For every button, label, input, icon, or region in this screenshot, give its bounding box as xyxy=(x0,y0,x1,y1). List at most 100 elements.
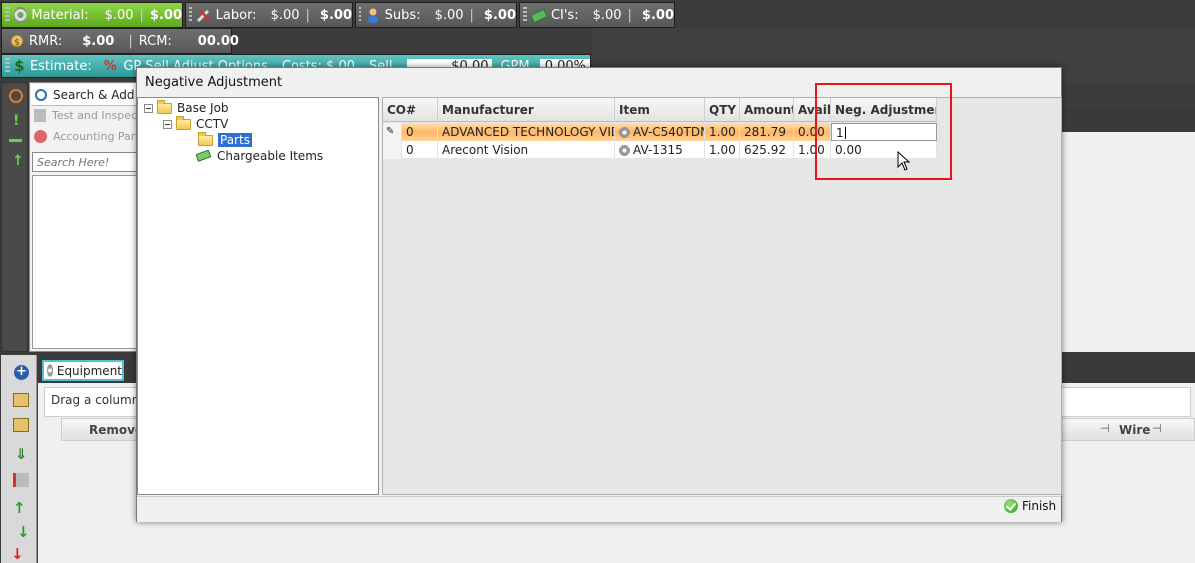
highlight-box xyxy=(815,83,952,180)
arrow-down-icon[interactable]: ↓ xyxy=(17,523,30,541)
column-header-amount[interactable]: Amount xyxy=(740,98,794,122)
separator: | xyxy=(469,7,474,23)
cis-summary-bar: CI's: $.00 | $.00 xyxy=(519,2,675,28)
tab-equipment[interactable]: Equipment xyxy=(42,360,124,381)
column-header-manufacturer[interactable]: Manufacturer xyxy=(438,98,615,122)
arrow-up-icon[interactable]: ↑ xyxy=(12,153,24,169)
arrow-up-icon[interactable]: ↑ xyxy=(13,499,26,517)
dialog-title: Negative Adjustment xyxy=(145,75,283,90)
subs-label: Subs: xyxy=(384,7,421,23)
pin-icon[interactable]: ⊣ xyxy=(1152,422,1162,435)
drag-grip[interactable] xyxy=(359,7,361,23)
column-header-qty[interactable]: QTY xyxy=(705,98,740,122)
calendar-edit-icon[interactable] xyxy=(13,418,29,432)
subs-total: $.00 xyxy=(483,7,516,23)
cell-amount[interactable]: 625.92 xyxy=(740,141,794,159)
column-header-co[interactable]: CO# xyxy=(383,98,438,122)
list-item-label: Accounting Parts xyxy=(53,130,146,143)
money-icon xyxy=(530,7,548,24)
column-header-remove[interactable]: Remove xyxy=(89,423,143,437)
estimate-label: Estimate: xyxy=(29,58,92,74)
svg-text:$: $ xyxy=(14,38,20,48)
cell-manufacturer[interactable]: Arecont Vision xyxy=(438,141,615,159)
cell-amount[interactable]: 281.79 xyxy=(740,123,794,141)
cell-qty[interactable]: 1.00 xyxy=(705,141,740,159)
material-summary-bar: Material: $.00 | $.00 xyxy=(1,2,183,28)
gear-icon xyxy=(619,127,630,138)
tree-node-label: Chargeable Items xyxy=(217,149,324,163)
tree-node-label: Parts xyxy=(218,133,252,147)
pin-icon[interactable]: ⊣ xyxy=(1100,422,1110,435)
labor-value: $.00 xyxy=(270,7,300,23)
cell-qty[interactable]: 1.00 xyxy=(705,123,740,141)
minus-icon[interactable] xyxy=(9,139,22,142)
separator: | xyxy=(128,33,133,49)
search-icon[interactable] xyxy=(9,89,23,103)
calendar-icon[interactable] xyxy=(13,393,29,407)
folder-icon xyxy=(157,99,172,114)
gear-icon xyxy=(619,145,630,156)
tab-equipment-label: Equipment xyxy=(56,363,122,378)
material-label: Material: xyxy=(31,7,89,23)
tree-node-parts[interactable]: Parts xyxy=(198,131,252,148)
tree-node-base-job[interactable]: Base Job xyxy=(144,99,229,116)
left-toolbar: ! ↑ xyxy=(1,82,28,352)
drag-grip[interactable] xyxy=(523,7,527,23)
subs-summary-bar: Subs: $.00 | $.00 xyxy=(355,2,517,28)
add-icon[interactable]: + xyxy=(14,365,29,380)
export-icon[interactable] xyxy=(13,473,29,487)
tree-node-label: CCTV xyxy=(196,117,229,131)
list-item-label: Test and Inspect xyxy=(52,109,142,122)
finish-button[interactable]: Finish xyxy=(1004,499,1056,513)
cell-manufacturer[interactable]: ADVANCED TECHNOLOGY VIDEO xyxy=(438,123,615,141)
accounting-icon xyxy=(34,130,47,143)
results-list[interactable] xyxy=(32,175,138,349)
bottom-toolbar: + ⇓ ↑ ↓ ↓ xyxy=(1,355,37,563)
drag-grip[interactable] xyxy=(189,7,192,23)
magnifier-icon xyxy=(35,88,47,101)
cis-value: $.00 xyxy=(592,7,622,23)
rmr-value: $.00 xyxy=(82,33,115,49)
cell-co[interactable]: 0 xyxy=(402,141,438,159)
checkmark-icon xyxy=(1004,499,1018,513)
drag-grip[interactable] xyxy=(5,58,11,74)
tree-node-chargeable-items[interactable]: Chargeable Items xyxy=(195,148,324,164)
tree-node-label: Base Job xyxy=(177,101,229,115)
person-icon xyxy=(365,7,381,23)
arrow-down-red-icon[interactable]: ↓ xyxy=(11,545,24,563)
cell-item-text: AV-C540TDN xyxy=(633,125,705,139)
tab-search-add[interactable]: Search & Add xyxy=(31,84,139,106)
collapse-icon[interactable] xyxy=(163,119,172,129)
drag-grip[interactable] xyxy=(5,7,11,23)
cell-co[interactable]: 0 xyxy=(402,123,438,141)
list-item[interactable]: Accounting Parts xyxy=(34,130,145,143)
rcm-label: RCM: xyxy=(138,33,172,49)
tree-node-cctv[interactable]: CCTV xyxy=(163,115,229,132)
adjustment-grid: CO# Manufacturer Item QTY Amount Avail N… xyxy=(382,97,1062,495)
cell-item[interactable]: AV-C540TDN xyxy=(615,123,705,141)
subs-value: $.00 xyxy=(434,7,464,23)
row-indicator: ✎ xyxy=(383,123,402,141)
left-panel: Search & Add Test and Inspect Accounting… xyxy=(29,82,145,352)
material-total: $.00 xyxy=(149,7,182,23)
search-input[interactable] xyxy=(32,152,138,172)
parts-folder-icon xyxy=(198,131,213,146)
separator: | xyxy=(139,7,144,23)
separator: | xyxy=(305,7,310,23)
collapse-icon[interactable] xyxy=(144,103,153,113)
list-item[interactable]: Test and Inspect xyxy=(34,109,141,122)
drag-hint: Drag a column xyxy=(51,393,140,407)
separator: | xyxy=(627,7,632,23)
column-header-wire[interactable]: Wire xyxy=(1119,423,1150,437)
labor-total: $.00 xyxy=(319,7,352,23)
download-icon[interactable]: ⇓ xyxy=(15,445,28,463)
job-tree: Base Job CCTV Parts Chargeable Items xyxy=(137,97,379,495)
exclamation-icon[interactable]: ! xyxy=(13,113,19,129)
finish-label: Finish xyxy=(1022,499,1057,513)
column-header-item[interactable]: Item xyxy=(615,98,705,122)
cell-item[interactable]: AV-1315 xyxy=(615,141,705,159)
rcm-value: 00.00 xyxy=(197,33,239,49)
labor-label: Labor: xyxy=(215,7,257,23)
dollar-icon: $ xyxy=(14,57,25,75)
gear-icon xyxy=(47,364,53,377)
